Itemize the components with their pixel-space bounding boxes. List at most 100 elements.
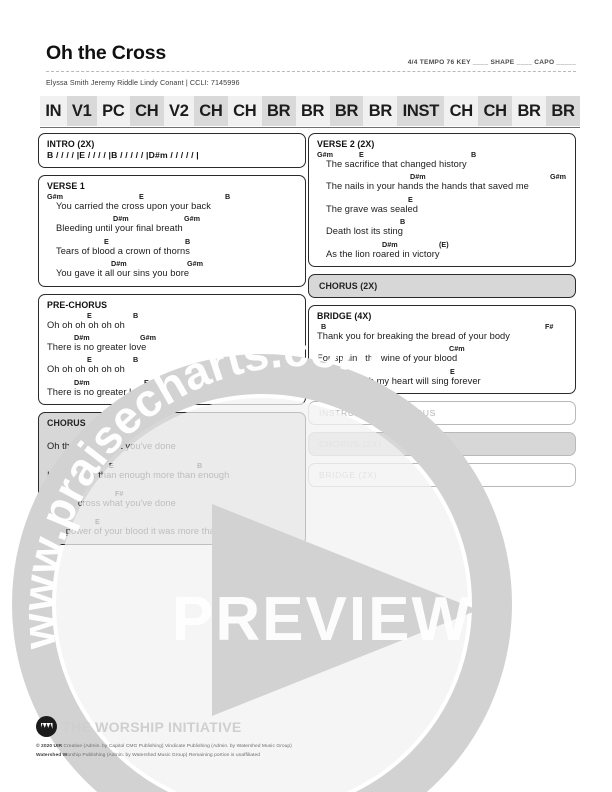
structure-cell-12: CH xyxy=(444,96,479,126)
section-label-chorus: CHORUS xyxy=(47,418,86,429)
lyric-line: F# Oh the cross what you've done xyxy=(47,489,298,508)
chord-symbol: G#m xyxy=(317,366,333,376)
structure-cell-2: PC xyxy=(96,96,130,126)
chord-symbol: D#m xyxy=(74,377,90,387)
section-label-pre-chorus: PRE-CHORUS xyxy=(47,299,108,310)
lyric-text: Bleeding until your final breath xyxy=(56,223,183,234)
chord-symbol: D#m xyxy=(113,214,129,224)
section-label-verse-1: VERSE 1 xyxy=(47,181,85,191)
section-bridge-2x: BRIDGE (2X) xyxy=(308,463,576,488)
song-meta: 4/4 TEMPO 76 KEY ____ SHAPE ____ CAPO __… xyxy=(407,59,576,66)
lyric-line: D#m G#m The nails in your hands the hands … xyxy=(317,172,568,191)
right-column: VERSE 2 (2X) G#m E B The sacrifice that cha… xyxy=(308,133,576,494)
chord-row: EB xyxy=(47,517,298,526)
section-label-bridge: BRIDGE (4X) xyxy=(317,311,372,322)
worship-initiative-logo: THE WORSHIP INITIATIVE xyxy=(36,716,242,737)
chord-symbol: F# xyxy=(115,432,124,442)
lyric-text: Oh the cross what you've done xyxy=(47,441,176,452)
lyric-text: There is no greater love xyxy=(47,342,147,353)
chord-symbol: C#m xyxy=(449,344,465,354)
authors-credits: Elyssa Smith Jeremy Riddle Lindy Conant … xyxy=(46,78,240,87)
lyrics-block-verse-2: G#m E B The sacrifice that changed history D… xyxy=(317,150,568,259)
copyright-text-1: Creative (Admin. by Capitol CMG Publishi… xyxy=(62,744,292,749)
lyric-line: D#m G#m You gave it all our sins you bore xyxy=(47,259,298,278)
lyrics-block-verse-1: G#m E B You carried the cross upon your bac… xyxy=(47,192,298,279)
chord-symbol: G#m xyxy=(317,150,333,159)
lyric-line: D#m E There is no greater love xyxy=(47,378,298,397)
section-label-instrumental-chorus: INSTRUMENTAL CHORUS xyxy=(319,408,436,419)
lyrics-block-chorus: F# Oh the cross what you've done E B It was … xyxy=(47,432,298,537)
lyric-line: G#m E B The sacrifice that changed history xyxy=(317,150,568,169)
left-column: INTRO (2X) B / / / / |E / / / / |B / / /… xyxy=(38,133,306,552)
chord-symbol: E xyxy=(104,236,109,246)
lyric-line: D#m G#m Bleeding until your final breath xyxy=(47,214,298,233)
chord-symbol: E xyxy=(450,366,455,376)
section-chorus-2x-b: CHORUS (2X) xyxy=(308,432,576,457)
chord-symbol: (E) xyxy=(439,239,449,249)
chord-row: B F# xyxy=(317,322,568,331)
lyric-text: Thank you for breaking the bread of your… xyxy=(317,331,510,342)
chord-row: D#m G#m xyxy=(47,259,298,268)
preview-label: PREVIEW xyxy=(172,585,472,654)
chord-symbol: G#m xyxy=(187,259,203,269)
chord-symbol: B xyxy=(321,322,327,332)
chord-row: B xyxy=(317,217,568,226)
lyric-line: B F# Thank you for breaking the bread of y… xyxy=(317,322,568,341)
chord-symbol: B xyxy=(222,517,228,527)
chord-row: E xyxy=(317,195,568,204)
header: Oh the Cross 4/4 TEMPO 76 KEY ____ SHAPE… xyxy=(46,43,576,66)
lyric-text: It was more than enough more than enough xyxy=(47,469,230,480)
structure-cell-15: BR xyxy=(546,96,580,126)
section-verse-1: VERSE 1 G#m E B You carried the cross upon … xyxy=(38,175,306,287)
lyric-text: The power of your blood it was more than… xyxy=(47,526,255,537)
lyric-text: As the lion roared in victory xyxy=(326,248,440,259)
section-instrumental-chorus: INSTRUMENTAL CHORUS xyxy=(308,401,576,426)
lyric-line: C#m For spilling the wine of your blood xyxy=(317,344,568,363)
chord-symbol: E xyxy=(408,194,413,204)
chord-symbol: D#m xyxy=(111,259,127,269)
chord-row: D#m E xyxy=(47,378,298,387)
lyrics-block-pre-chorus: E B Oh oh oh oh oh oh D#m G#m There is no gre… xyxy=(47,311,298,398)
brand-label: THE WORSHIP INITIATIVE xyxy=(62,718,242,735)
structure-cell-0: IN xyxy=(40,96,67,126)
chord-row: G#m E B xyxy=(47,192,298,201)
lyric-text: The nails in your hands the hands that s… xyxy=(326,181,529,192)
chord-symbol: E xyxy=(109,460,114,470)
structure-cell-8: BR xyxy=(295,96,330,126)
copyright-text-2: orship Publishing (Admin. by Watershed M… xyxy=(67,753,260,759)
intro-chord-bars: B / / / / |E / / / / |B / / / / / |D#m /… xyxy=(47,150,199,160)
chord-row: F# xyxy=(47,489,298,498)
structure-cell-7: BR xyxy=(261,96,296,126)
lyric-text: There is no greater love xyxy=(47,386,147,397)
chord-chart-page: Oh the Cross 4/4 TEMPO 76 KEY ____ SHAPE… xyxy=(0,0,612,792)
chord-row: EB xyxy=(47,355,298,364)
chord-row: C#m xyxy=(317,344,568,353)
chord-symbol: F# xyxy=(545,322,554,332)
header-divider xyxy=(46,71,576,72)
structure-cell-9: BR xyxy=(329,96,364,126)
chord-symbol: E xyxy=(144,377,149,387)
lyric-line: D#m G#m There is no greater love xyxy=(47,333,298,352)
chord-symbol: B xyxy=(185,236,191,246)
chord-symbol: B xyxy=(225,192,231,201)
crown-icon xyxy=(36,716,57,737)
copyright-bold-2: Watershed W xyxy=(36,753,68,759)
chord-symbol: E xyxy=(87,310,92,320)
section-intro: INTRO (2X) B / / / / |E / / / / |B / / /… xyxy=(38,133,306,168)
chord-symbol: B xyxy=(133,355,139,365)
chord-symbol: B xyxy=(400,217,406,227)
chord-symbol: D#m xyxy=(410,172,426,182)
chord-symbol: B xyxy=(197,460,203,470)
lyric-text: You carried the cross upon your back xyxy=(56,201,211,211)
chord-row: F# xyxy=(47,432,298,441)
lyric-line: E B Oh oh oh oh oh oh xyxy=(47,311,298,330)
chord-symbol: D#m xyxy=(74,333,90,343)
chord-symbol: B xyxy=(133,310,139,320)
lyric-line: E The grave was sealed xyxy=(317,195,568,214)
lyrics-block-bridge: B F# Thank you for breaking the bread of y… xyxy=(317,322,568,386)
chord-row: EB xyxy=(47,237,298,246)
song-structure-bar: IN V1 PC CH V2 CH CH BR BR BR BR INST CH CH BR BR xyxy=(40,96,580,126)
structure-cell-6: CH xyxy=(227,96,262,126)
lyric-line: G#m E Thank you oh my heart will sing fore… xyxy=(317,367,568,386)
lyric-text: For spilling the wine of your blood xyxy=(317,353,458,364)
